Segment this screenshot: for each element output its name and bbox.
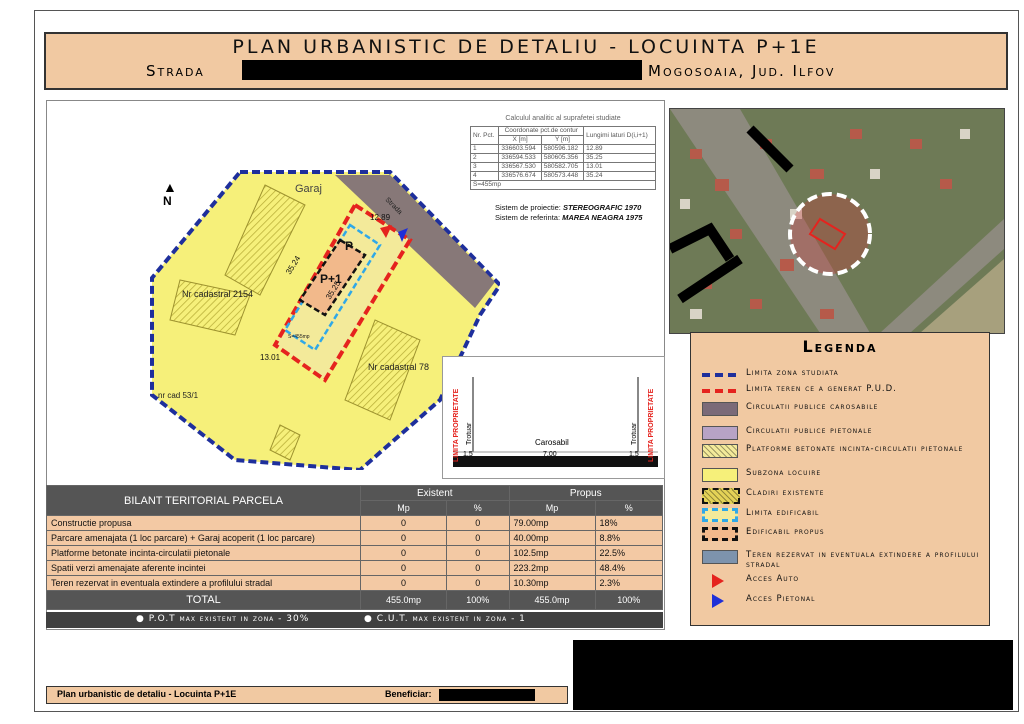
table-row: Teren rezervat in eventuala extindere a … bbox=[46, 575, 664, 591]
footer: Plan urbanistic de detaliu - Locuinta P+… bbox=[46, 686, 568, 704]
width-center: 7.00 bbox=[543, 451, 557, 458]
bilant-header: BILANT TERITORIAL PARCELA Existent Propu… bbox=[46, 485, 664, 516]
legend-item: Platforme betonate incinta-circulatii pi… bbox=[702, 444, 992, 464]
legend-item: Teren rezervat in eventuala extindere a … bbox=[702, 550, 992, 570]
legend-label: Circulatii publice pietonale bbox=[746, 426, 873, 436]
street-cross-section: LIMITA PROPRIETATE LIMITA PROPRIETATE Tr… bbox=[442, 356, 665, 479]
redacted-stamp-area bbox=[573, 640, 1013, 710]
legend-label: Acces Auto bbox=[746, 574, 800, 584]
legend-swatch bbox=[702, 444, 738, 458]
col-coords: Coordonate pct.de contur bbox=[498, 126, 585, 136]
lot-a-label: Nr cadastral 2154 bbox=[182, 289, 253, 299]
north-label: N bbox=[163, 194, 172, 208]
location-label: Mogosoaia, Jud. Ilfov bbox=[648, 62, 836, 80]
legend-title: Legenda bbox=[802, 337, 878, 356]
lot-b-label: Nr cadastral 78 bbox=[368, 362, 429, 372]
legend-swatch bbox=[702, 402, 738, 416]
table-row: 4 336576.674 580573.448 35.24 bbox=[469, 171, 656, 181]
roadway-label: Carosabil bbox=[535, 438, 569, 447]
table-row: Platforme betonate incinta-circulatii pi… bbox=[46, 545, 664, 561]
sidewalk-right-label: Trotuar bbox=[631, 422, 638, 445]
parking-label: P bbox=[345, 239, 353, 253]
redacted-beneficiar bbox=[439, 689, 535, 701]
bilant-table: BILANT TERITORIAL PARCELA Existent Propu… bbox=[46, 485, 664, 610]
pot-cut-bar: ● P.O.T max existent in zona - 30% ● C.U… bbox=[46, 612, 663, 628]
pot-label: ● P.O.T max existent in zona - 30% bbox=[136, 614, 310, 624]
area-small-label: S=455mp bbox=[288, 334, 310, 340]
legend-label: Platforme betonate incinta-circulatii pi… bbox=[746, 444, 964, 454]
dim-4: 13.01 bbox=[260, 353, 281, 362]
legend-swatch bbox=[702, 373, 736, 377]
table-row: Constructie propusa 0 0 79.00mp 18% bbox=[46, 515, 664, 531]
title-block: PLAN URBANISTIC DE DETALIU - LOCUINTA P+… bbox=[44, 32, 1008, 90]
legend-item: Circulatii publice carosabile bbox=[702, 402, 992, 422]
legend-swatch bbox=[702, 550, 738, 564]
north-arrow: ▲ N bbox=[163, 180, 177, 208]
legend-item: Edificabil propus bbox=[702, 527, 992, 547]
redacted-street-name bbox=[242, 60, 642, 80]
legend-item: Cladiri existente bbox=[702, 488, 992, 508]
legend-swatch bbox=[702, 426, 738, 440]
cross-section-drawing: LIMITA PROPRIETATE LIMITA PROPRIETATE Tr… bbox=[453, 377, 658, 477]
sidewalk-left-label: Trotuar bbox=[466, 422, 473, 445]
table-row: 2 336594.533 580605.356 35.25 bbox=[469, 153, 656, 163]
section-right-label: LIMITA PROPRIETATE bbox=[648, 388, 655, 462]
legend-swatch bbox=[702, 488, 740, 504]
lot-c-label: nr cad 53/1 bbox=[158, 391, 199, 400]
area-total: S=455mp bbox=[470, 180, 656, 190]
width-left: 1.5 bbox=[463, 451, 473, 458]
section-left-label: LIMITA PROPRIETATE bbox=[453, 388, 460, 462]
beneficiar-label: Beneficiar: bbox=[385, 689, 432, 699]
cut-label: ● C.U.T. max existent in zona - 1 bbox=[364, 614, 526, 624]
legend-label: Limita edificabil bbox=[746, 508, 820, 518]
legend-item: Circulatii publice pietonale bbox=[702, 426, 992, 446]
aerial-photo-image bbox=[670, 109, 1004, 333]
footer-title: Plan urbanistic de detaliu - Locuinta P+… bbox=[57, 689, 237, 699]
legend-label: Circulatii publice carosabile bbox=[746, 402, 879, 412]
garage-label: Garaj bbox=[295, 183, 322, 195]
table-row: 3 336567.530 580582.705 13.01 bbox=[469, 162, 656, 172]
legend-item: Limita edificabil bbox=[702, 508, 992, 528]
page-title: PLAN URBANISTIC DE DETALIU - LOCUINTA P+… bbox=[232, 36, 820, 58]
legend-label: Cladiri existente bbox=[746, 488, 825, 498]
legend-item: Subzona locuire bbox=[702, 468, 992, 488]
legend-items: Limita zona studiata Limita teren ce a ge… bbox=[690, 360, 988, 622]
legend-item: Limita teren ce a generat P.U.D. bbox=[702, 384, 992, 404]
legend-swatch bbox=[702, 527, 738, 541]
legend-label: Acces Pietonal bbox=[746, 594, 816, 604]
total-row: TOTAL 455.0mp 100% 455.0mp 100% bbox=[46, 590, 664, 610]
table-row: 1 336603.594 580596.182 12.89 bbox=[469, 144, 656, 154]
legend-swatch bbox=[702, 508, 738, 522]
legend-label: Limita teren ce a generat P.U.D. bbox=[746, 384, 897, 394]
legend-swatch bbox=[702, 468, 738, 482]
width-right: 1.5 bbox=[629, 451, 639, 458]
legend-item: Acces Auto bbox=[702, 574, 992, 594]
legend-label: Edificabil propus bbox=[746, 527, 825, 537]
coordinates-table: Calculul analitic al suprafetei studiate… bbox=[469, 115, 656, 197]
legend-label: Teren rezervat in eventuala extindere a … bbox=[746, 550, 980, 570]
col-len: Lungimi laturi D(i,i+1) bbox=[583, 126, 656, 145]
legend-swatch bbox=[712, 594, 724, 608]
legend-label: Subzona locuire bbox=[746, 468, 822, 478]
section-street-label: Str. bbox=[498, 468, 510, 477]
table-row: Parcare amenajata (1 loc parcare) + Gara… bbox=[46, 530, 664, 546]
street-label: Strada bbox=[146, 62, 205, 80]
projection-system: Sistem de proiectie: STEREOGRAFIC 1970 S… bbox=[495, 203, 643, 222]
col-x: X [m] bbox=[498, 135, 542, 145]
table-row: Spatii verzi amenajate aferente incintei… bbox=[46, 560, 664, 576]
legend-swatch bbox=[712, 574, 724, 588]
legend-label: Limita zona studiata bbox=[746, 368, 839, 378]
aerial-photo bbox=[669, 108, 1005, 334]
legend-swatch bbox=[702, 389, 736, 393]
dim-1: 12.89 bbox=[370, 213, 391, 222]
north-arrow-icon: ▲ bbox=[163, 179, 177, 195]
col-y: Y [m] bbox=[540, 135, 585, 145]
legend-item: Acces Pietonal bbox=[702, 594, 992, 614]
coordinates-caption: Calculul analitic al suprafetei studiate bbox=[505, 115, 621, 122]
col-nr: Nr. Pct. bbox=[469, 126, 500, 145]
